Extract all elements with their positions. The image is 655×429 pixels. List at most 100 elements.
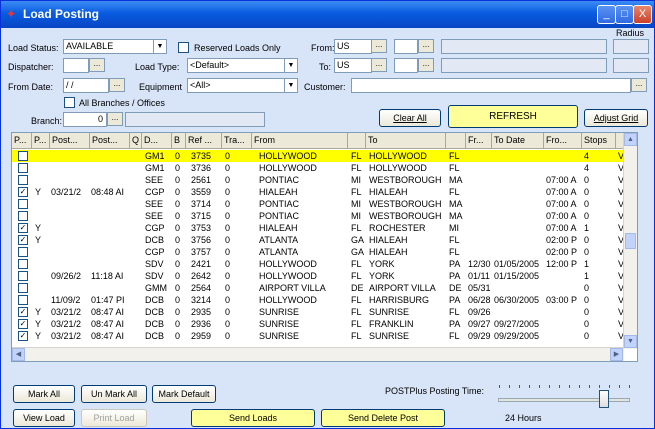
customer-lookup-button[interactable]: ... (631, 78, 647, 92)
row-post-checkbox[interactable]: ✓ (18, 235, 28, 245)
equipment-select[interactable]: <All> ▼ (187, 78, 298, 93)
table-row[interactable]: CGP 0 3757 0 ATLANTA GA HIALEAH FL 02:00 P0V (12, 246, 624, 258)
from-country-lookup-button[interactable]: ... (371, 39, 387, 53)
row-post-checkbox[interactable] (18, 151, 28, 161)
grid-horizontal-scrollbar[interactable]: ◀ ▶ (12, 347, 624, 361)
col-header-from[interactable]: From (252, 133, 348, 149)
to-country-lookup-button[interactable]: ... (371, 58, 387, 72)
row-post-checkbox[interactable] (18, 247, 28, 257)
table-row[interactable]: 11/09/2 01:47 PI DCB 0 3214 0 HOLLYWOOD FL HARRI… (12, 294, 624, 306)
cell-ref: 3714 (191, 199, 212, 209)
col-header-to-date[interactable]: To Date (492, 133, 544, 149)
loads-grid[interactable]: P... P... Post... Post... Q D... B Ref .… (11, 132, 638, 362)
col-header-q[interactable]: Q (130, 133, 142, 149)
to-state-lookup-button[interactable]: ... (418, 58, 434, 72)
col-header-ref[interactable]: Ref ... (186, 133, 222, 149)
row-post-checkbox[interactable]: ✓ (18, 187, 28, 197)
row-post-checkbox[interactable] (18, 199, 28, 209)
table-row[interactable]: GM1 0 3736 0 HOLLYWOOD FL HOLLYWOOD FL 4 V (12, 162, 624, 174)
dispatcher-label: Dispatcher: (8, 62, 54, 72)
scroll-left-icon[interactable]: ◀ (12, 348, 25, 361)
col-header-post-time[interactable]: Post... (90, 133, 130, 149)
table-row[interactable]: SEE 0 2561 0 PONTIAC MI WESTBOROUGH MA 07:00 A0V (12, 174, 624, 186)
maximize-button[interactable]: □ (615, 5, 634, 24)
table-row[interactable]: GM1 0 3735 0 HOLLYWOOD FL HOLLYWOOD FL 4 V (12, 150, 624, 162)
col-header-from-date[interactable]: Fr... (466, 133, 492, 149)
to-city-field[interactable] (441, 58, 607, 73)
row-post-checkbox[interactable]: ✓ (18, 223, 28, 233)
scroll-down-icon[interactable]: ▼ (624, 335, 637, 348)
table-row[interactable]: ✓ Y DCB 0 3756 0 ATLANTA GA HIALEAH FL 02:00 P0V (12, 234, 624, 246)
col-header-posted[interactable]: P... (12, 133, 32, 149)
dispatcher-lookup-button[interactable]: ... (89, 58, 105, 72)
col-header-b[interactable]: B (172, 133, 186, 149)
clear-all-button[interactable]: Clear All (379, 109, 441, 127)
mark-all-button[interactable]: Mark All (13, 385, 75, 403)
send-delete-post-button[interactable]: Send Delete Post (321, 409, 445, 427)
col-header-p[interactable]: P... (32, 133, 50, 149)
table-row[interactable]: ✓ Y 03/21/2 08:48 AI CGP 0 3559 0 HIALEAH FL HIALE… (12, 186, 624, 198)
col-header-from-time[interactable]: Fro... (544, 133, 582, 149)
col-header-d[interactable]: D... (142, 133, 172, 149)
to-state-field[interactable] (394, 58, 418, 73)
posting-time-slider[interactable] (498, 398, 630, 402)
from-state-lookup-button[interactable]: ... (418, 39, 434, 53)
table-row[interactable]: ✓ Y 03/21/2 08:47 AI DCB 0 2935 0 SUNRISE FL SUNRI… (12, 306, 624, 318)
col-header-to-state[interactable] (446, 133, 466, 149)
view-load-button[interactable]: View Load (13, 409, 75, 427)
table-row[interactable]: ✓ Y 03/21/2 08:47 AI DCB 0 2959 0 SUNRISE FL SUNRI… (12, 330, 624, 342)
branch-lookup-button[interactable]: ... (107, 112, 123, 126)
all-branches-checkbox[interactable] (64, 97, 75, 108)
from-country-field[interactable]: US (334, 39, 372, 54)
row-post-checkbox[interactable]: ✓ (18, 307, 28, 317)
load-status-select[interactable]: AVAILABLE ▼ (63, 39, 167, 54)
from-date-field[interactable]: / / (63, 78, 109, 93)
row-post-checkbox[interactable] (18, 163, 28, 173)
load-type-select[interactable]: <Default> ▼ (187, 58, 298, 73)
row-post-checkbox[interactable] (18, 175, 28, 185)
table-row[interactable]: 09/26/2 11:18 AI SDV 0 2642 0 HOLLYWOOD FL YORK P… (12, 270, 624, 282)
row-post-checkbox[interactable] (18, 211, 28, 221)
row-post-checkbox[interactable] (18, 271, 28, 281)
col-header-post-date[interactable]: Post... (50, 133, 90, 149)
reserved-only-checkbox[interactable] (178, 42, 189, 53)
row-post-checkbox[interactable] (18, 283, 28, 293)
to-country-field[interactable]: US (334, 58, 372, 73)
unmark-all-button[interactable]: Un Mark All (81, 385, 147, 403)
branch-field[interactable]: 0 (63, 112, 107, 127)
customer-field[interactable] (351, 78, 631, 93)
close-button[interactable]: X (633, 5, 652, 24)
posting-time-slider-thumb[interactable] (598, 390, 609, 408)
from-city-field[interactable] (441, 39, 607, 54)
table-row[interactable]: GMM 0 2564 0 AIRPORT VILLA DE AIRPORT VILLA DE 0… (12, 282, 624, 294)
col-header-stops[interactable]: Stops (582, 133, 616, 149)
row-post-checkbox[interactable] (18, 295, 28, 305)
send-loads-button[interactable]: Send Loads (191, 409, 315, 427)
dispatcher-field[interactable] (63, 58, 89, 73)
scroll-right-icon[interactable]: ▶ (610, 348, 623, 361)
row-post-checkbox[interactable] (18, 259, 28, 269)
print-load-button[interactable]: Print Load (81, 409, 147, 427)
table-row[interactable]: SEE 0 3715 0 PONTIAC MI WESTBOROUGH MA 07:00 A0V (12, 210, 624, 222)
table-row[interactable]: SEE 0 3714 0 PONTIAC MI WESTBOROUGH MA 07:00 A0V (12, 198, 624, 210)
table-row[interactable]: SDV 0 2421 0 HOLLYWOOD FL YORK PA 12/30 01/05/200… (12, 258, 624, 270)
mark-default-button[interactable]: Mark Default (152, 385, 216, 403)
table-row[interactable]: ✓ Y 03/21/2 08:47 AI DCB 0 2936 0 SUNRISE FL FRANK… (12, 318, 624, 330)
grid-vertical-scrollbar[interactable]: ▲ ▼ (623, 133, 637, 349)
col-header-to[interactable]: To (366, 133, 446, 149)
from-radius-field[interactable] (613, 39, 649, 54)
row-post-checkbox[interactable]: ✓ (18, 319, 28, 329)
table-row[interactable]: ✓ Y CGP 0 3753 0 HIALEAH FL ROCHESTER MI 07:00 A1V (12, 222, 624, 234)
row-post-checkbox[interactable]: ✓ (18, 331, 28, 341)
refresh-button[interactable]: REFRESH (448, 105, 578, 128)
to-radius-field[interactable] (613, 58, 649, 73)
minimize-button[interactable]: _ (597, 5, 616, 24)
col-header-from-state[interactable] (348, 133, 366, 149)
title-bar[interactable]: ✦ Load Posting _ □ X (1, 1, 654, 28)
col-header-tra[interactable]: Tra... (222, 133, 252, 149)
from-state-field[interactable] (394, 39, 418, 54)
from-date-picker-button[interactable]: ... (109, 78, 125, 92)
adjust-grid-button[interactable]: Adjust Grid (584, 109, 648, 127)
vertical-scroll-thumb[interactable] (625, 233, 636, 249)
scroll-up-icon[interactable]: ▲ (624, 133, 637, 146)
